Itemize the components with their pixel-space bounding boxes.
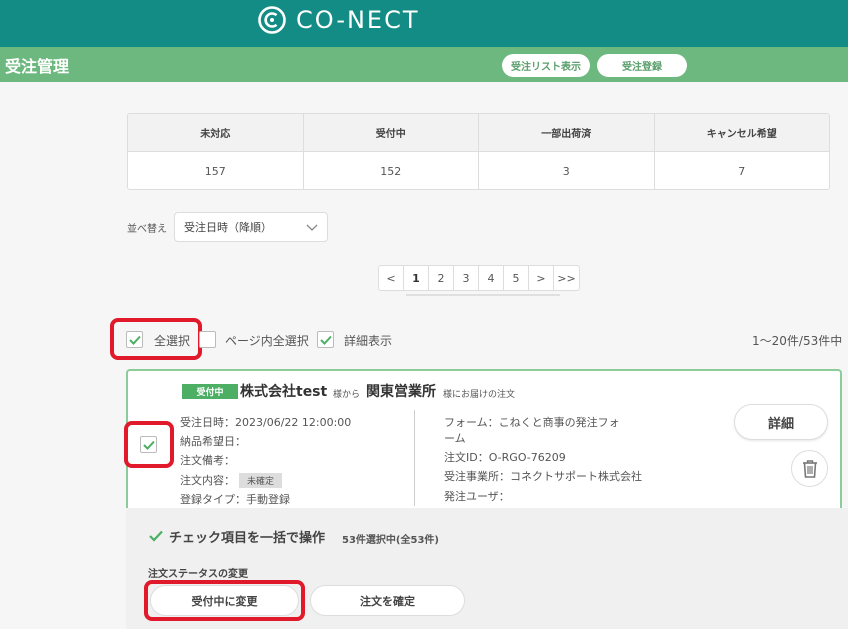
page-button-1[interactable]: 1: [404, 266, 429, 290]
register-type: 登録タイプ：手動登録: [180, 493, 290, 506]
result-count: 1〜20件/53件中: [752, 334, 843, 348]
form-name: フォーム：こねくと商事の発注フォ: [444, 416, 620, 429]
company-suffix: 様から: [333, 390, 361, 400]
order-date: 受注日時：2023/06/22 12:00:00: [180, 416, 352, 429]
page-last-button[interactable]: >>: [554, 266, 579, 290]
page-title: 受注管理: [5, 57, 70, 76]
pager-underline: [406, 294, 560, 296]
page-button-4[interactable]: 4: [479, 266, 504, 290]
sort-value: 受注日時（降順）: [184, 221, 272, 234]
status-summary-table: 未対応 受付中 一部出荷済 キャンセル希望 157 152 3 7: [127, 113, 830, 190]
stats-value-accepting[interactable]: 152: [304, 152, 479, 189]
order-id: 注文ID：O-RGO-76209: [444, 451, 566, 464]
detail-button[interactable]: 詳細: [734, 404, 828, 440]
ordering-user: 発注ユーザ：: [444, 490, 510, 503]
status-change-label: 注文ステータスの変更: [148, 569, 248, 580]
title-bar: 受注管理 受注リスト表示 受注登録: [0, 47, 848, 82]
receiving-office: 受注事業所：コネクトサポート株式会社: [444, 470, 642, 483]
top-header: CO-NECT: [0, 0, 848, 47]
order-content: 注文内容： 未確定: [180, 472, 283, 488]
logo[interactable]: CO-NECT: [256, 4, 420, 36]
stats-header-partial-shipped: 一部出荷済: [479, 114, 655, 151]
chevron-down-icon: [306, 224, 318, 231]
bulk-selected-count: 53件選択中(全53件): [342, 535, 439, 546]
check-icon: [149, 530, 163, 542]
detail-view-checkbox[interactable]: [317, 331, 334, 348]
stats-header-accepting: 受付中: [304, 114, 479, 151]
bulk-title: チェック項目を一括で操作: [169, 531, 326, 546]
pagination: < 1 2 3 4 5 > >>: [378, 265, 580, 291]
page-next-button[interactable]: >: [529, 266, 554, 290]
select-all-checkbox[interactable]: [126, 331, 143, 348]
order-register-button[interactable]: 受注登録: [597, 54, 687, 77]
detail-view-label: 詳細表示: [344, 334, 393, 348]
page-button-2[interactable]: 2: [429, 266, 454, 290]
stats-value-cancel-request[interactable]: 7: [655, 152, 830, 189]
delivery-date: 納品希望日：: [180, 435, 246, 448]
stats-value-partial-shipped[interactable]: 3: [479, 152, 655, 189]
stats-header-cancel-request: キャンセル希望: [706, 129, 777, 140]
page-button-5[interactable]: 5: [504, 266, 529, 290]
trash-icon: [802, 459, 817, 478]
stats-value-unhandled[interactable]: 157: [128, 152, 304, 189]
page-prev-button[interactable]: <: [379, 266, 404, 290]
sort-label: 並べ替え: [127, 224, 167, 235]
check-icon: [143, 440, 155, 450]
confirm-order-button[interactable]: 注文を確定: [310, 585, 465, 616]
page-select-all-checkbox[interactable]: [199, 331, 216, 348]
form-name-cont: ーム: [444, 432, 466, 445]
co-nect-logo-icon: [258, 6, 286, 34]
check-icon: [320, 335, 332, 345]
office-name: 関東営業所: [366, 384, 436, 400]
stats-header-unhandled: 未対応: [128, 114, 304, 151]
card-divider: [414, 410, 415, 506]
order-checkbox[interactable]: [140, 436, 157, 453]
sort-select[interactable]: 受注日時（降順）: [174, 212, 328, 242]
order-list-button[interactable]: 受注リスト表示: [502, 54, 590, 77]
delete-button[interactable]: [791, 450, 828, 487]
office-suffix: 様にお届けの注文: [443, 390, 516, 400]
change-to-accepting-button[interactable]: 受付中に変更: [150, 585, 299, 616]
check-icon: [129, 335, 141, 345]
page-select-all-label: ページ内全選択: [225, 334, 309, 348]
content-status-tag: 未確定: [239, 473, 283, 488]
logo-text: CO-NECT: [296, 6, 420, 34]
order-content-label: 注文内容：: [180, 474, 235, 487]
company-name: 株式会社test: [240, 384, 328, 400]
select-all-label: 全選択: [154, 334, 191, 348]
order-note: 注文備考：: [180, 454, 235, 467]
status-badge: 受付中: [182, 384, 238, 399]
page-button-3[interactable]: 3: [454, 266, 479, 290]
